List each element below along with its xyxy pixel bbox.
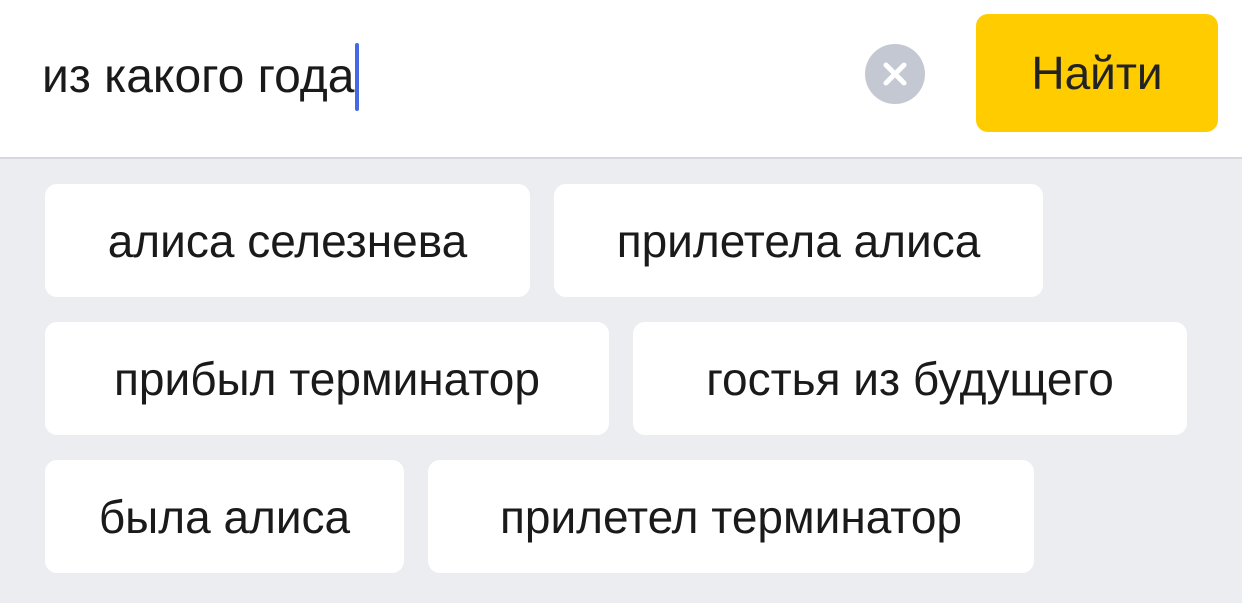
search-submit-button[interactable]: Найти [976, 14, 1218, 132]
search-query-text: из какого года [42, 50, 355, 103]
suggestion-chip[interactable]: гостья из будущего [633, 322, 1187, 435]
suggestion-chips: алиса селезнева прилетела алиса прибыл т… [0, 159, 1242, 603]
suggestion-chip[interactable]: алиса селезнева [45, 184, 530, 297]
suggestion-chip[interactable]: была алиса [45, 460, 404, 573]
text-caret [355, 43, 360, 111]
close-icon [883, 62, 907, 86]
suggestion-chip[interactable]: прилетел терминатор [428, 460, 1034, 573]
suggestion-chip[interactable]: прилетела алиса [554, 184, 1043, 297]
search-bar: из какого года Найти [0, 0, 1242, 159]
search-screen: из какого года Найти алиса селезнева при… [0, 0, 1242, 603]
suggestion-chip[interactable]: прибыл терминатор [45, 322, 609, 435]
clear-search-button[interactable] [865, 44, 925, 104]
search-input[interactable]: из какого года [42, 42, 842, 112]
